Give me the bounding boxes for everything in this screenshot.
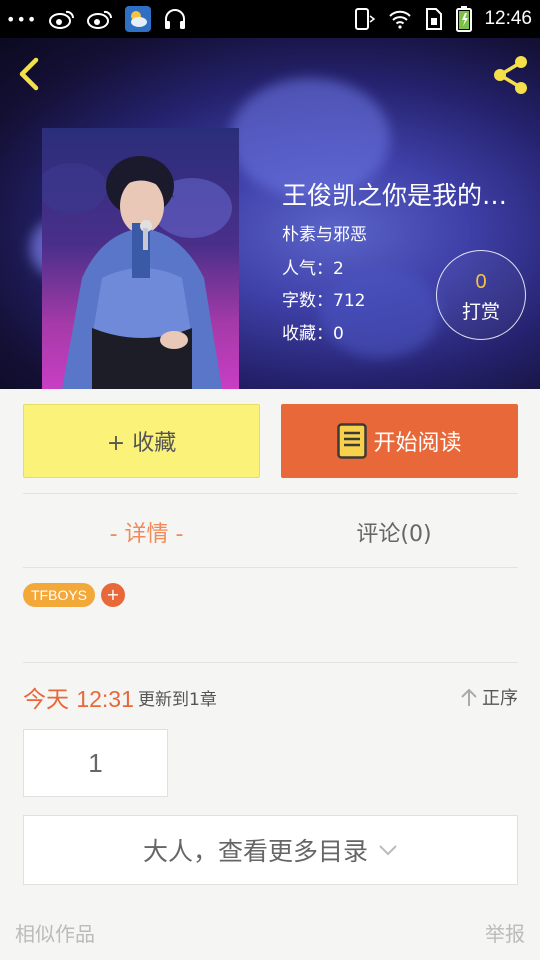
update-clock: 12:31: [76, 686, 134, 712]
book-author[interactable]: 朴素与邪恶: [282, 220, 367, 245]
book-header: 王俊凯之你是我的… 朴素与邪恶 人气：2 字数：712 收藏：0 0 打赏: [0, 38, 540, 389]
battery-icon: [456, 6, 473, 32]
add-favorite-button[interactable]: + 收藏: [23, 404, 260, 478]
tab-detail-label: - 详情 -: [109, 522, 184, 547]
start-reading-label: 开始阅读: [373, 431, 462, 456]
update-chapter-count: 更新到1章: [138, 690, 217, 710]
wifi-icon: [389, 10, 412, 29]
reward-button[interactable]: 0 打赏: [436, 250, 526, 340]
reward-count: 0: [475, 271, 487, 293]
share-icon[interactable]: [488, 54, 532, 96]
more-dots-icon: •••: [6, 9, 38, 29]
status-bar-notifications: •••: [6, 6, 187, 32]
weibo-icon: [49, 10, 75, 29]
tag-chip[interactable]: TFBOYS: [23, 583, 96, 607]
sort-order-label: 正序: [482, 688, 518, 709]
book-favorites: 收藏：0: [282, 324, 344, 344]
status-bar-system: 12:46: [354, 6, 532, 32]
stage-light: [320, 268, 440, 358]
status-time: 12:46: [484, 8, 532, 29]
divider: [23, 567, 518, 568]
book-icon: [337, 423, 368, 459]
book-cover[interactable]: [42, 128, 239, 389]
chevron-down-icon: [379, 845, 397, 856]
weather-icon: [125, 6, 152, 32]
status-bar: ••• 12:46: [0, 0, 540, 38]
book-word-count: 字数：712: [282, 291, 366, 311]
sim-icon: [426, 8, 443, 30]
tab-comment[interactable]: 评论(0): [270, 512, 518, 552]
update-day: 今天: [23, 687, 69, 713]
report-link[interactable]: 举报: [485, 918, 525, 947]
book-popularity: 人气：2: [282, 259, 344, 279]
add-tag-button[interactable]: +: [101, 583, 125, 607]
phone-signal-icon: [355, 8, 376, 30]
more-catalog-button[interactable]: 大人，查看更多目录: [23, 815, 518, 885]
more-catalog-label: 大人，查看更多目录: [142, 837, 368, 866]
start-reading-button[interactable]: 开始阅读: [281, 404, 518, 478]
chapter-item[interactable]: 1: [23, 729, 168, 797]
weibo-icon: [87, 10, 113, 29]
chapter-number: 1: [88, 747, 103, 778]
cover-photo: [42, 156, 232, 389]
tab-detail[interactable]: - 详情 -: [23, 512, 270, 552]
book-title: 王俊凯之你是我的…: [282, 181, 508, 210]
divider: [23, 493, 518, 494]
sort-order-button[interactable]: 正序: [460, 684, 518, 710]
reward-label: 打赏: [461, 301, 500, 323]
arrow-up-icon: [461, 688, 477, 706]
update-time: 今天 12:31: [23, 680, 134, 714]
divider: [23, 662, 518, 663]
tab-comment-label: 评论(0): [356, 522, 432, 547]
back-icon[interactable]: [10, 52, 50, 96]
headset-icon: [165, 9, 186, 29]
similar-works-heading: 相似作品: [15, 922, 95, 946]
add-favorite-label: + 收藏: [106, 431, 177, 456]
